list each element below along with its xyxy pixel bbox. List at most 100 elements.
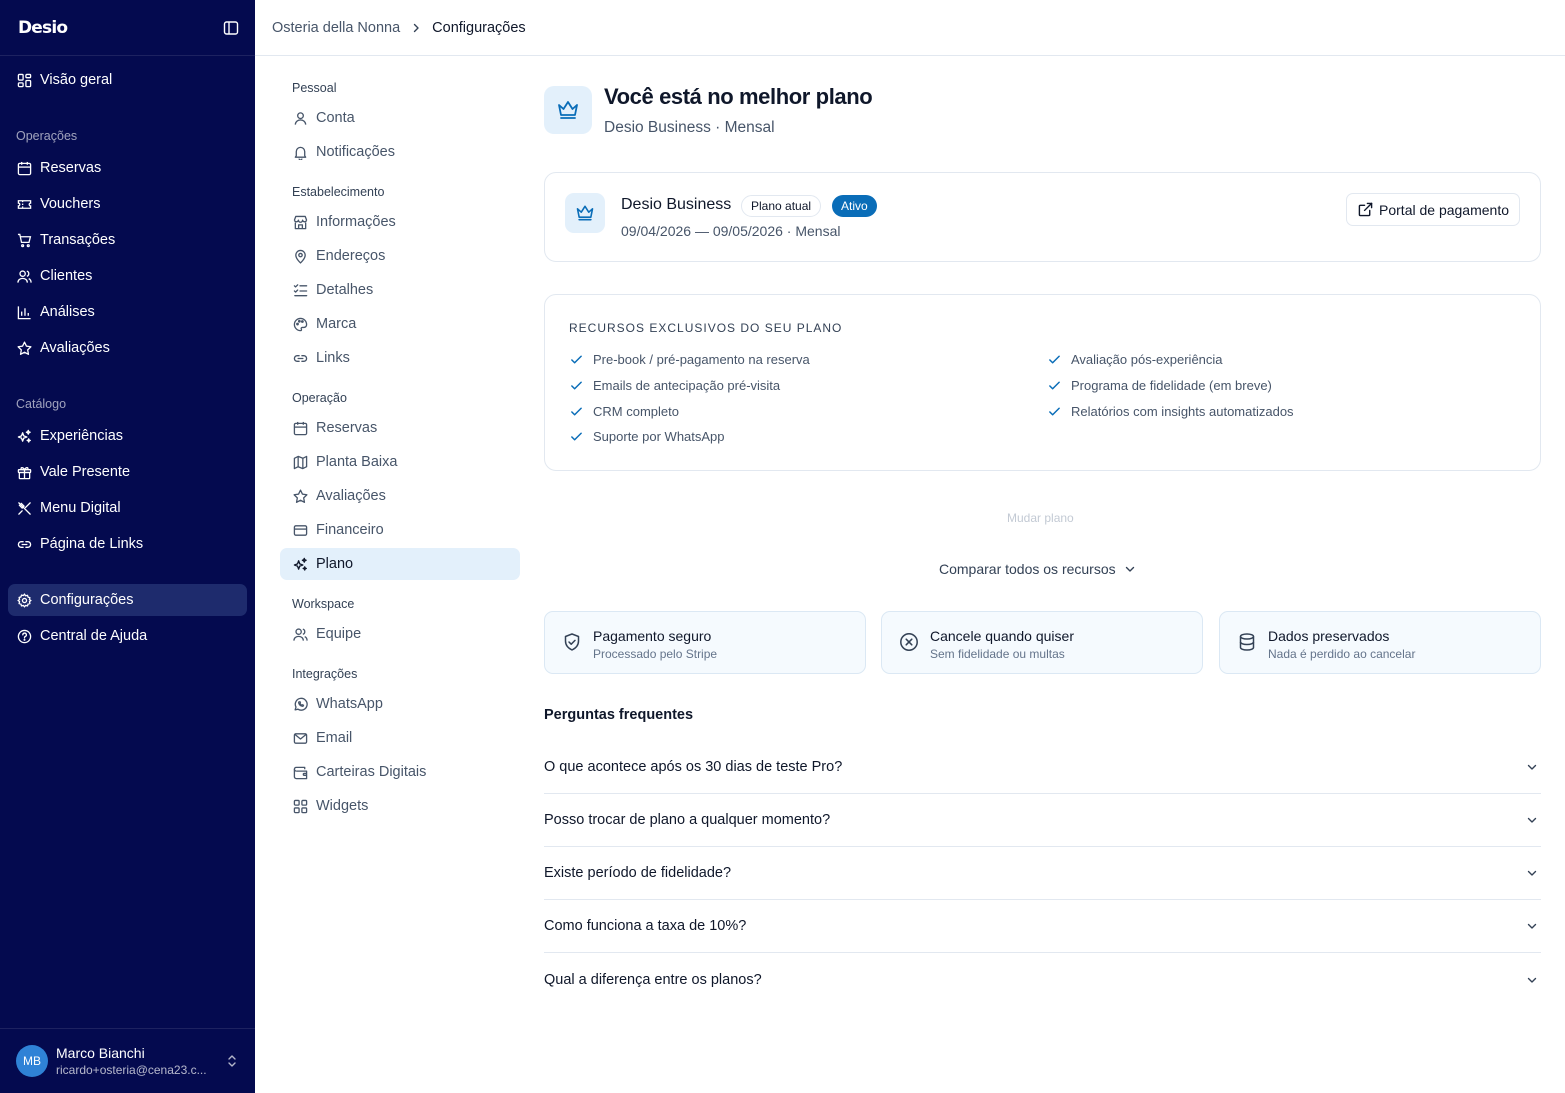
bell-icon xyxy=(292,144,308,160)
palette-icon xyxy=(292,316,308,332)
settings-item-label: Financeiro xyxy=(316,522,384,538)
settings-item-conta[interactable]: Conta xyxy=(280,102,520,134)
settings-item-carteiras-digitais[interactable]: Carteiras Digitais xyxy=(280,756,520,788)
settings-item-label: Links xyxy=(316,350,350,366)
feature-label: Avaliação pós-experiência xyxy=(1071,352,1223,367)
sidebar-item-configuracoes[interactable]: Configurações xyxy=(8,584,247,616)
sidebar-item-vouchers[interactable]: Vouchers xyxy=(8,188,247,220)
crown-icon xyxy=(544,86,592,134)
dashboard-icon xyxy=(16,72,32,88)
sparkles-icon xyxy=(292,556,308,572)
settings-item-label: Reservas xyxy=(316,420,378,436)
settings-item-label: Widgets xyxy=(316,798,369,814)
faq-question: O que acontece após os 30 dias de teste … xyxy=(544,759,843,775)
sidebar-item-label: Análises xyxy=(40,304,95,320)
feature-label: Pre-book / pré-pagamento na reserva xyxy=(593,352,810,367)
sidebar-item-pagina-de-links[interactable]: Página de Links xyxy=(8,528,247,560)
settings-item-marca[interactable]: Marca xyxy=(280,308,520,340)
settings-item-widgets[interactable]: Widgets xyxy=(280,790,520,822)
settings-item-links[interactable]: Links xyxy=(280,342,520,374)
sidebar-item-label: Vouchers xyxy=(40,196,101,212)
settings-item-reservas[interactable]: Reservas xyxy=(280,412,520,444)
assurance-subtitle: Processado pelo Stripe xyxy=(593,647,718,661)
breadcrumb-parent[interactable]: Osteria della Nonna xyxy=(272,20,400,36)
faq-item[interactable]: Existe período de fidelidade? xyxy=(544,847,1541,900)
sidebar-item-central-de-ajuda[interactable]: Central de Ajuda xyxy=(8,620,247,652)
settings-item-notificacoes[interactable]: Notificações xyxy=(280,136,520,168)
user-menu[interactable]: MB Marco Bianchi ricardo+osteria@cena23.… xyxy=(0,1028,255,1093)
chevron-down-icon xyxy=(1525,866,1539,880)
current-plan-badge: Plano atual xyxy=(741,195,822,217)
sidebar-item-reservas[interactable]: Reservas xyxy=(8,152,247,184)
settings-item-enderecos[interactable]: Endereços xyxy=(280,240,520,272)
settings-item-avaliacoes[interactable]: Avaliações xyxy=(280,480,520,512)
sidebar-item-visao-geral[interactable]: Visão geral xyxy=(8,64,247,96)
assurance-card-payment: Pagamento seguro Processado pelo Stripe xyxy=(544,611,866,674)
gift-icon xyxy=(16,464,32,480)
feature-item: Suporte por WhatsApp xyxy=(569,429,725,444)
sidebar-item-vale-presente[interactable]: Vale Presente xyxy=(8,456,247,488)
settings-item-label: Avaliações xyxy=(316,488,386,504)
sidebar-item-menu-digital[interactable]: Menu Digital xyxy=(8,492,247,524)
settings-item-label: Marca xyxy=(316,316,357,332)
grid-icon xyxy=(292,798,308,814)
assurance-subtitle: Sem fidelidade ou multas xyxy=(930,647,1065,661)
check-icon xyxy=(569,353,583,367)
feature-label: CRM completo xyxy=(593,404,679,419)
sidebar-item-experiencias[interactable]: Experiências xyxy=(8,420,247,452)
faq-item[interactable]: Posso trocar de plano a qualquer momento… xyxy=(544,794,1541,847)
faq-item[interactable]: Qual a diferença entre os planos? xyxy=(544,953,1541,1006)
app-logo[interactable]: Desio xyxy=(18,18,68,38)
cart-icon xyxy=(16,232,32,248)
sidebar-item-label: Página de Links xyxy=(40,536,144,552)
settings-item-whatsapp[interactable]: WhatsApp xyxy=(280,688,520,720)
sidebar-toggle-icon[interactable] xyxy=(222,19,240,37)
assurance-card-cancel: Cancele quando quiser Sem fidelidade ou … xyxy=(881,611,1203,674)
sidebar-item-label: Clientes xyxy=(40,268,93,284)
gear-icon xyxy=(16,592,32,608)
check-icon xyxy=(1047,379,1061,393)
settings-item-detalhes[interactable]: Detalhes xyxy=(280,274,520,306)
compare-features-toggle[interactable]: Comparar todos os recursos xyxy=(939,561,1136,577)
sidebar-item-transacoes[interactable]: Transações xyxy=(8,224,247,256)
feature-item: CRM completo xyxy=(569,404,679,419)
settings-item-label: Email xyxy=(316,730,353,746)
change-plan-link[interactable]: Mudar plano xyxy=(1007,511,1074,525)
chevron-down-icon xyxy=(1525,813,1539,827)
sidebar-item-label: Avaliações xyxy=(40,340,110,356)
settings-item-planta-baixa[interactable]: Planta Baixa xyxy=(280,446,520,478)
bar-chart-icon xyxy=(16,304,32,320)
help-icon xyxy=(16,628,32,644)
sidebar-section-operacoes: Operações xyxy=(16,129,78,143)
faq-item[interactable]: Como funciona a taxa de 10%? xyxy=(544,900,1541,953)
check-icon xyxy=(1047,353,1061,367)
sidebar-item-analises[interactable]: Análises xyxy=(8,296,247,328)
settings-item-informacoes[interactable]: Informações xyxy=(280,206,520,238)
plan-features-card: RECURSOS EXCLUSIVOS DO SEU PLANO Pre-boo… xyxy=(544,294,1541,471)
sidebar-item-avaliacoes[interactable]: Avaliações xyxy=(8,332,247,364)
payment-portal-label: Portal de pagamento xyxy=(1379,201,1509,218)
settings-item-financeiro[interactable]: Financeiro xyxy=(280,514,520,546)
map-icon xyxy=(292,454,308,470)
check-icon xyxy=(569,379,583,393)
settings-item-label: Detalhes xyxy=(316,282,374,298)
sidebar-item-label: Vale Presente xyxy=(40,464,131,480)
faq-item[interactable]: O que acontece após os 30 dias de teste … xyxy=(544,741,1541,794)
user-email: ricardo+osteria@cena23.c... xyxy=(56,1062,207,1077)
features-title: RECURSOS EXCLUSIVOS DO SEU PLANO xyxy=(569,321,843,335)
utensils-icon xyxy=(16,500,32,516)
payment-portal-button[interactable]: Portal de pagamento xyxy=(1346,193,1520,226)
settings-item-plano[interactable]: Plano xyxy=(280,548,520,580)
settings-section-integracoes: Integrações xyxy=(292,667,358,681)
settings-item-equipe[interactable]: Equipe xyxy=(280,618,520,650)
plan-name: Desio Business xyxy=(621,196,732,213)
settings-item-label: WhatsApp xyxy=(316,696,383,712)
settings-item-label: Notificações xyxy=(316,144,395,160)
settings-section-workspace: Workspace xyxy=(292,597,355,611)
settings-item-label: Carteiras Digitais xyxy=(316,764,427,780)
settings-item-email[interactable]: Email xyxy=(280,722,520,754)
assurance-card-data: Dados preservados Nada é perdido ao canc… xyxy=(1219,611,1541,674)
feature-item: Emails de antecipação pré-visita xyxy=(569,378,780,393)
status-badge: Ativo xyxy=(832,195,877,217)
sidebar-item-clientes[interactable]: Clientes xyxy=(8,260,247,292)
